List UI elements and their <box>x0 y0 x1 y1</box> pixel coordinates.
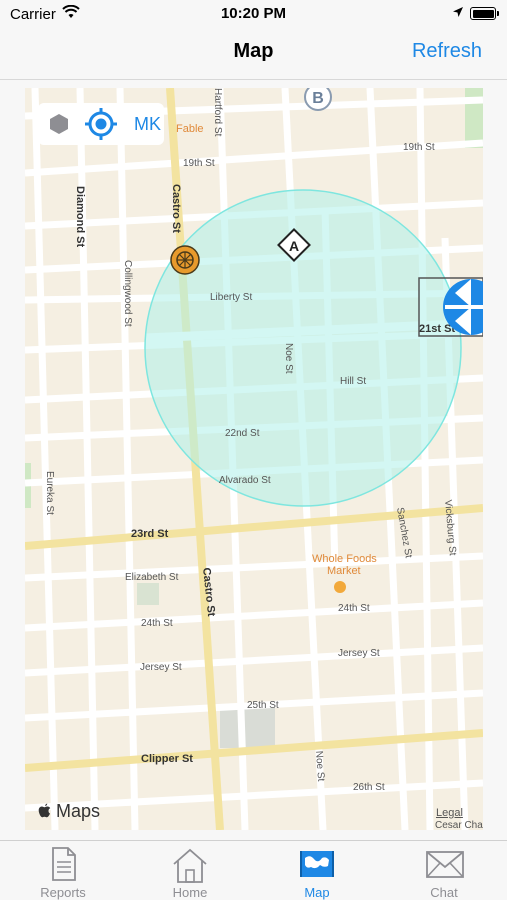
refresh-button[interactable]: Refresh <box>412 40 482 63</box>
street-label: Jersey St <box>140 662 182 673</box>
street-label: Liberty St <box>210 292 252 303</box>
tab-home[interactable]: Home <box>127 841 253 900</box>
map-view[interactable]: Fable 19th St 19th St Hartford St Diamon… <box>25 88 483 830</box>
tab-label: Home <box>172 885 208 900</box>
battery-icon <box>470 7 499 20</box>
street-label: Alvarado St <box>219 475 271 486</box>
street-label: 23rd St <box>131 528 169 540</box>
street-label: 24th St <box>338 603 370 614</box>
street-label: Cesar Cha <box>435 820 483 830</box>
tab-label: Reports <box>40 885 86 900</box>
transit-marker-b: B <box>304 88 332 111</box>
tab-label: Chat <box>430 885 458 900</box>
status-time: 10:20 PM <box>220 5 287 22</box>
house-icon <box>173 848 207 883</box>
street-label: Diamond St <box>74 186 86 247</box>
street-label: Noe St <box>283 343 294 374</box>
poi-label-whole-foods: Whole Foods <box>312 553 377 565</box>
location-arrow-icon <box>453 7 463 17</box>
map-canvas: Fable 19th St 19th St Hartford St Diamon… <box>25 88 483 830</box>
street-label: 19th St <box>183 158 215 169</box>
street-label: Noe St <box>313 750 326 781</box>
svg-text:B: B <box>312 90 324 107</box>
tab-label: Map <box>304 885 330 900</box>
tab-bar: Reports Home Map Chat <box>0 840 507 900</box>
street-label: Eureka St <box>44 471 55 515</box>
tab-map[interactable]: Map <box>254 841 380 900</box>
street-label: Hill St <box>340 376 366 387</box>
poi-label-whole-foods: Market <box>327 565 361 577</box>
street-label: 19th St <box>403 142 435 153</box>
street-label: Collingwood St <box>122 260 133 327</box>
street-label: 22nd St <box>225 428 260 439</box>
wheel-marker-icon <box>170 245 200 275</box>
svg-text:A: A <box>289 238 299 254</box>
tab-chat[interactable]: Chat <box>381 841 507 900</box>
street-label: 26th St <box>353 782 385 793</box>
navigation-bar: Map Refresh <box>0 28 507 80</box>
overlay-label[interactable]: MK <box>134 114 161 135</box>
poi-label-fable: Fable <box>176 123 204 135</box>
map-controls: MK <box>38 103 164 145</box>
street-label: Jersey St <box>338 648 380 659</box>
street-label: Hartford St <box>212 88 223 137</box>
street-label: Castro St <box>170 184 182 233</box>
legal-link[interactable]: Legal <box>436 807 463 819</box>
street-label: 25th St <box>247 700 279 711</box>
apple-logo-icon <box>38 803 51 818</box>
maps-attribution: Maps <box>38 801 100 822</box>
crosshair-target-icon[interactable] <box>84 107 118 141</box>
map-icon <box>300 851 334 877</box>
tab-reports[interactable]: Reports <box>0 841 126 900</box>
maps-attribution-text: Maps <box>56 801 101 821</box>
status-bar: Carrier 10:20 PM <box>0 0 507 28</box>
street-label: Clipper St <box>141 753 193 765</box>
street-label: 24th St <box>141 618 173 629</box>
envelope-icon <box>426 851 464 878</box>
hexagon-icon[interactable] <box>48 113 70 135</box>
street-label: Elizabeth St <box>125 572 179 583</box>
document-icon <box>52 847 76 881</box>
